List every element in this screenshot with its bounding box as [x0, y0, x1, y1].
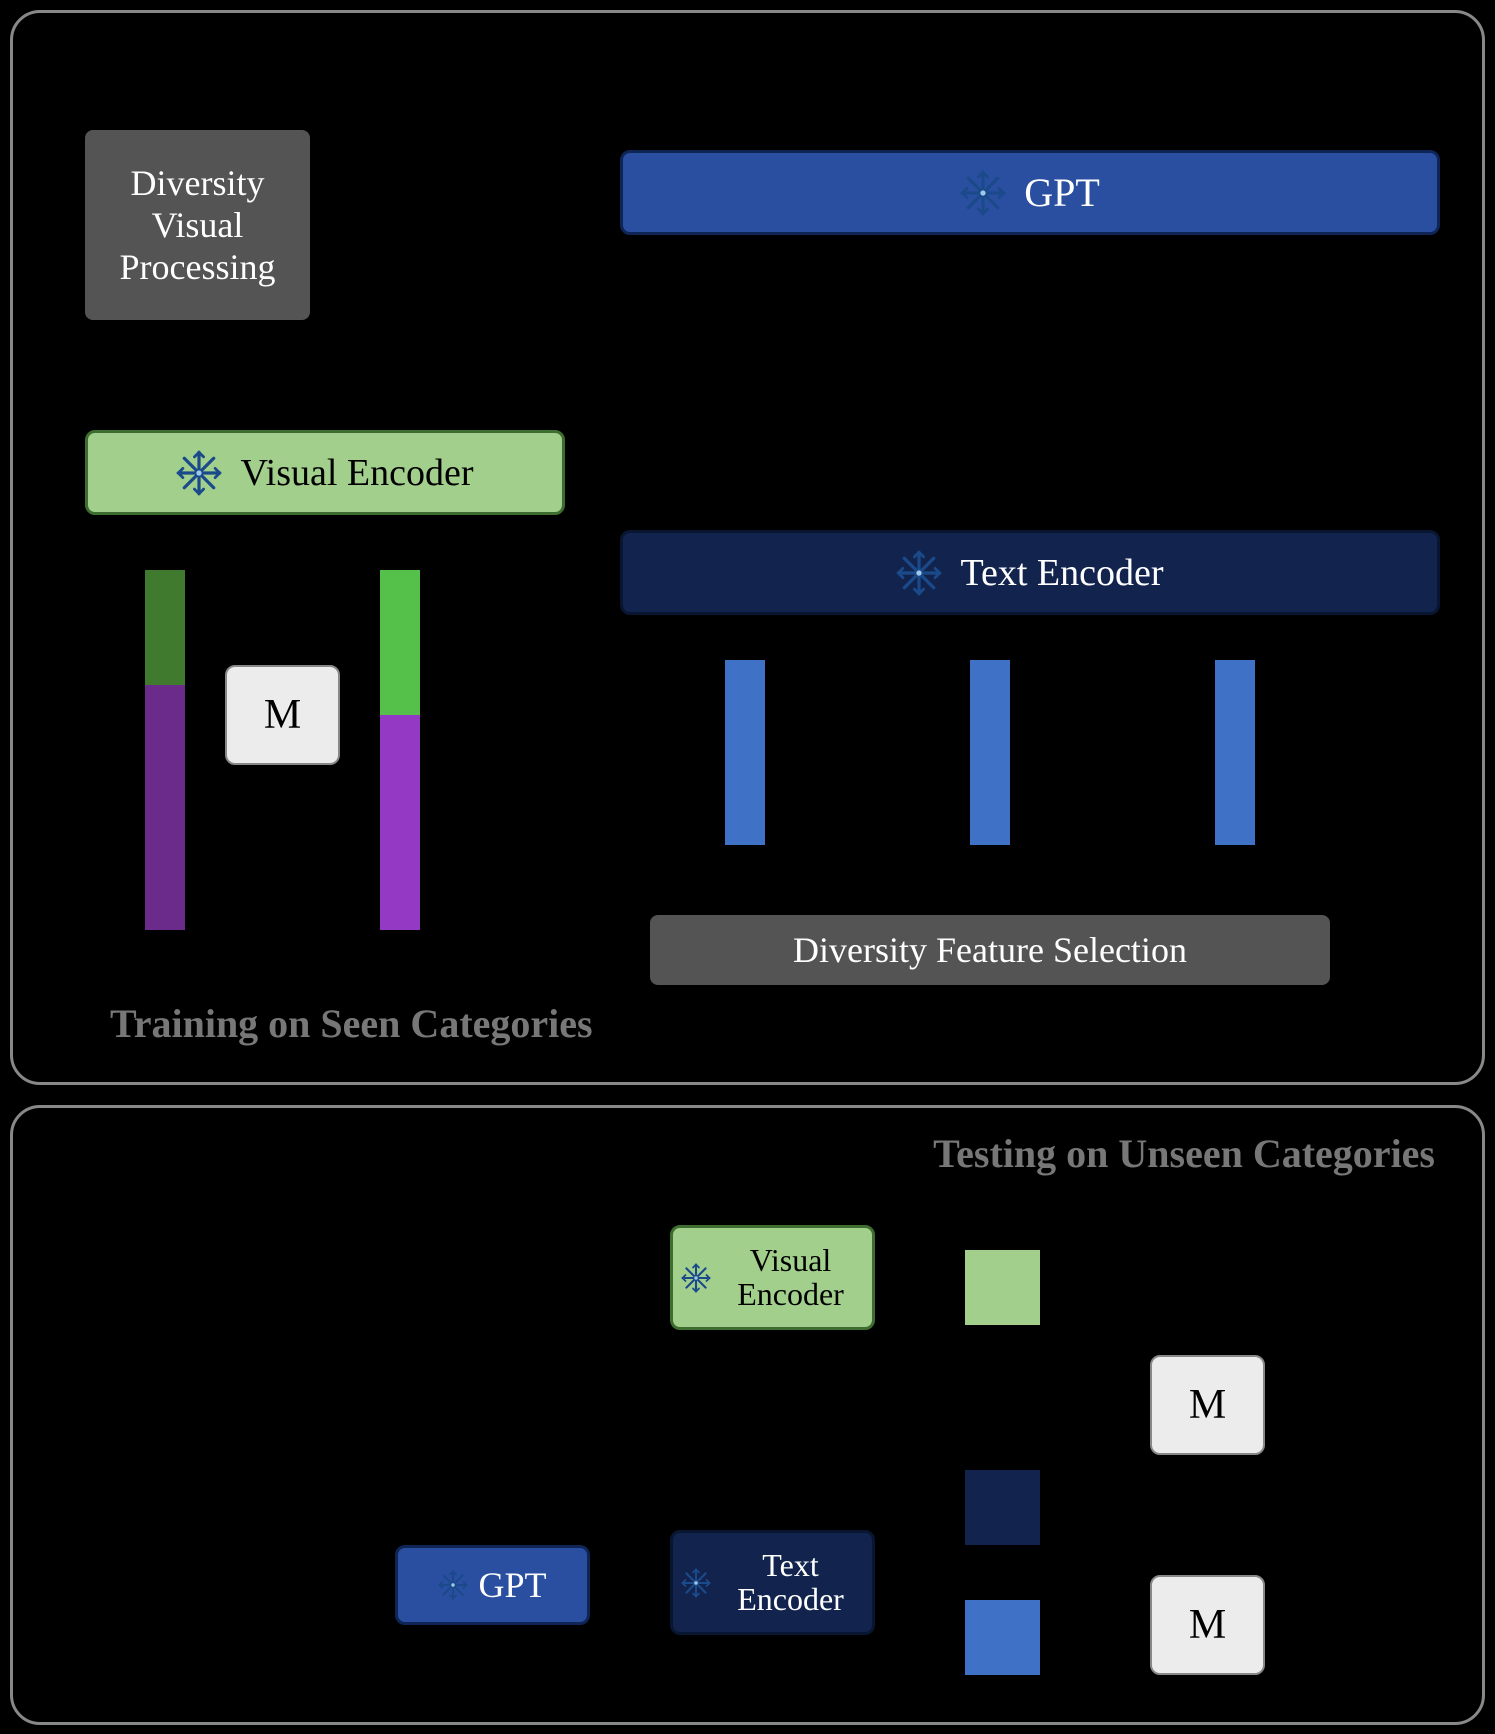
visual-feature-square	[965, 1250, 1040, 1325]
text-encoder-block: Text Encoder	[620, 530, 1440, 615]
text-encoder-small-label: Text Encoder	[717, 1549, 864, 1616]
visual-encoder-small: Visual Encoder	[670, 1225, 875, 1330]
visual-encoder-block: Visual Encoder	[85, 430, 565, 515]
m-label: M	[264, 691, 301, 739]
fusion-module-m: M	[225, 665, 340, 765]
diversity-feature-selection-label: Diversity Feature Selection	[793, 929, 1187, 971]
diversity-visual-processing-label: Diversity Visual Processing	[85, 162, 310, 288]
diversity-feature-selection-block: Diversity Feature Selection	[650, 915, 1330, 985]
m1-label: M	[1189, 1381, 1226, 1429]
text-feature-bar-2	[970, 660, 1010, 845]
gpt-small: GPT	[395, 1545, 590, 1625]
feature-bar-green-dark	[145, 570, 185, 685]
testing-title: Testing on Unseen Categories	[933, 1130, 1435, 1177]
text-encoder-label: Text Encoder	[960, 551, 1163, 595]
fusion-module-m-test-1: M	[1150, 1355, 1265, 1455]
feature-bar-purple-light	[380, 715, 420, 930]
training-title: Training on Seen Categories	[110, 1000, 593, 1047]
snowflake-icon	[176, 450, 222, 496]
feature-bar-purple-dark	[145, 685, 185, 930]
text-feature-square-1	[965, 1470, 1040, 1545]
gpt-small-label: GPT	[478, 1564, 546, 1606]
snowflake-icon	[681, 1568, 711, 1598]
m2-label: M	[1189, 1601, 1226, 1649]
text-encoder-small: Text Encoder	[670, 1530, 875, 1635]
diversity-visual-processing-block: Diversity Visual Processing	[85, 130, 310, 320]
feature-bar-green-light	[380, 570, 420, 715]
fusion-module-m-test-2: M	[1150, 1575, 1265, 1675]
text-feature-bar-3	[1215, 660, 1255, 845]
snowflake-icon	[960, 170, 1006, 216]
snowflake-icon	[681, 1263, 711, 1293]
text-feature-square-2	[965, 1600, 1040, 1675]
gpt-block: GPT	[620, 150, 1440, 235]
snowflake-icon	[896, 550, 942, 596]
visual-encoder-small-label: Visual Encoder	[717, 1244, 864, 1311]
visual-encoder-label: Visual Encoder	[240, 451, 473, 495]
snowflake-icon	[438, 1570, 468, 1600]
text-feature-bar-1	[725, 660, 765, 845]
gpt-label: GPT	[1024, 169, 1100, 216]
